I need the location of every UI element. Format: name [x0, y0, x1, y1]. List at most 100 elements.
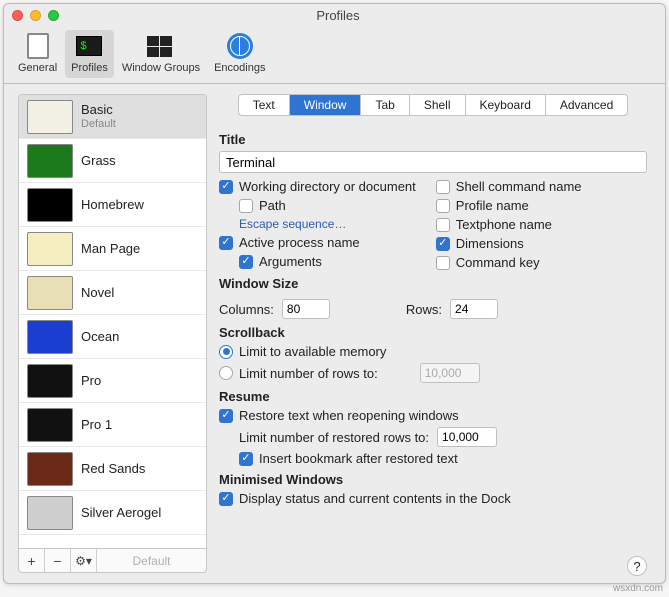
window-size-label: Window Size	[219, 276, 647, 291]
resume-label: Resume	[219, 389, 647, 404]
titlebar: Profiles	[4, 4, 665, 26]
restore-text-label: Restore text when reopening windows	[239, 408, 459, 423]
profile-thumbnail	[27, 188, 73, 222]
profile-name: Novel	[81, 285, 114, 301]
rows-label: Rows:	[406, 302, 442, 317]
toolbar: General Profiles Window Groups Encodings	[4, 26, 665, 84]
help-button[interactable]: ?	[627, 556, 647, 576]
restore-text-checkbox[interactable]	[219, 409, 233, 423]
profile-name: Basic	[81, 102, 116, 118]
textphone-checkbox[interactable]	[436, 218, 450, 232]
textphone-label: Textphone name	[456, 217, 552, 232]
columns-input[interactable]	[282, 299, 330, 319]
profile-thumbnail	[27, 408, 73, 442]
tab-advanced[interactable]: Advanced	[546, 95, 627, 115]
profile-row-pro[interactable]: Pro	[19, 359, 206, 403]
toolbar-encodings[interactable]: Encodings	[208, 30, 271, 78]
profile-row-silver-aerogel[interactable]: Silver Aerogel	[19, 491, 206, 535]
workdir-label: Working directory or document	[239, 179, 416, 194]
profile-name: Red Sands	[81, 461, 145, 477]
profile-name-checkbox[interactable]	[436, 199, 450, 213]
profile-row-ocean[interactable]: Ocean	[19, 315, 206, 359]
bookmark-label: Insert bookmark after restored text	[259, 451, 458, 466]
settings-tabs: Text Window Tab Shell Keyboard Advanced	[238, 94, 629, 116]
dock-status-checkbox[interactable]	[219, 492, 233, 506]
profiles-icon	[76, 36, 102, 56]
toolbar-label: General	[18, 62, 57, 74]
title-input[interactable]	[219, 151, 647, 173]
profile-thumbnail	[27, 276, 73, 310]
profile-name: Ocean	[81, 329, 119, 345]
command-key-label: Command key	[456, 255, 540, 270]
profile-name: Pro 1	[81, 417, 112, 433]
dimensions-label: Dimensions	[456, 236, 524, 251]
profile-thumbnail	[27, 496, 73, 530]
tab-shell[interactable]: Shell	[410, 95, 466, 115]
profile-name: Homebrew	[81, 197, 144, 213]
tab-window[interactable]: Window	[290, 95, 362, 115]
scrollback-limit-radio[interactable]	[219, 366, 233, 380]
profile-thumbnail	[27, 144, 73, 178]
active-process-label: Active process name	[239, 235, 360, 250]
toolbar-profiles[interactable]: Profiles	[65, 30, 114, 78]
profile-name: Silver Aerogel	[81, 505, 161, 521]
command-key-checkbox[interactable]	[436, 256, 450, 270]
shell-command-checkbox[interactable]	[436, 180, 450, 194]
minimised-label: Minimised Windows	[219, 472, 647, 487]
profile-name: Grass	[81, 153, 116, 169]
restored-rows-input[interactable]	[437, 427, 497, 447]
profile-name-label: Profile name	[456, 198, 529, 213]
shell-command-label: Shell command name	[456, 179, 582, 194]
scrollback-limit-label: Limit number of rows to:	[239, 366, 378, 381]
bookmark-checkbox[interactable]	[239, 452, 253, 466]
profile-name: Pro	[81, 373, 101, 389]
toolbar-label: Window Groups	[122, 62, 200, 74]
profile-subtitle: Default	[81, 118, 116, 131]
scrollback-memory-label: Limit to available memory	[239, 344, 386, 359]
profile-actions-menu[interactable]: ⚙︎▾	[71, 549, 97, 572]
encodings-icon	[227, 33, 253, 59]
profile-thumbnail	[27, 364, 73, 398]
profile-row-pro-1[interactable]: Pro 1	[19, 403, 206, 447]
general-icon	[27, 33, 49, 59]
arguments-checkbox[interactable]	[239, 255, 253, 269]
scrollback-limit-input[interactable]	[420, 363, 480, 383]
tab-text[interactable]: Text	[239, 95, 290, 115]
dimensions-checkbox[interactable]	[436, 237, 450, 251]
profile-row-grass[interactable]: Grass	[19, 139, 206, 183]
scrollback-memory-radio[interactable]	[219, 345, 233, 359]
rows-input[interactable]	[450, 299, 498, 319]
add-profile-button[interactable]: +	[19, 549, 45, 572]
toolbar-label: Encodings	[214, 62, 265, 74]
toolbar-window-groups[interactable]: Window Groups	[116, 30, 206, 78]
profile-thumbnail	[27, 320, 73, 354]
tab-keyboard[interactable]: Keyboard	[466, 95, 546, 115]
dock-status-label: Display status and current contents in t…	[239, 491, 511, 506]
active-process-checkbox[interactable]	[219, 236, 233, 250]
window-title: Profiles	[19, 8, 657, 23]
toolbar-label: Profiles	[71, 62, 108, 74]
profile-row-novel[interactable]: Novel	[19, 271, 206, 315]
remove-profile-button[interactable]: −	[45, 549, 71, 572]
path-checkbox[interactable]	[239, 199, 253, 213]
set-default-button[interactable]: Default	[97, 549, 206, 572]
profile-thumbnail	[27, 100, 73, 134]
workdir-checkbox[interactable]	[219, 180, 233, 194]
profile-list[interactable]: BasicDefault Grass Homebrew Man Page Novel Oc…	[18, 94, 207, 549]
scrollback-label: Scrollback	[219, 325, 647, 340]
path-label: Path	[259, 198, 286, 213]
toolbar-general[interactable]: General	[12, 30, 63, 78]
tab-tab[interactable]: Tab	[361, 95, 409, 115]
escape-sequence-link[interactable]: Escape sequence…	[239, 217, 416, 231]
watermark: wsxdn.com	[613, 583, 663, 594]
profile-thumbnail	[27, 452, 73, 486]
profile-row-red-sands[interactable]: Red Sands	[19, 447, 206, 491]
profile-row-man-page[interactable]: Man Page	[19, 227, 206, 271]
title-section-label: Title	[219, 132, 647, 147]
profile-thumbnail	[27, 232, 73, 266]
profile-row-homebrew[interactable]: Homebrew	[19, 183, 206, 227]
profile-name: Man Page	[81, 241, 140, 257]
profile-row-basic[interactable]: BasicDefault	[19, 95, 206, 139]
window-groups-icon	[147, 36, 175, 57]
columns-label: Columns:	[219, 302, 274, 317]
